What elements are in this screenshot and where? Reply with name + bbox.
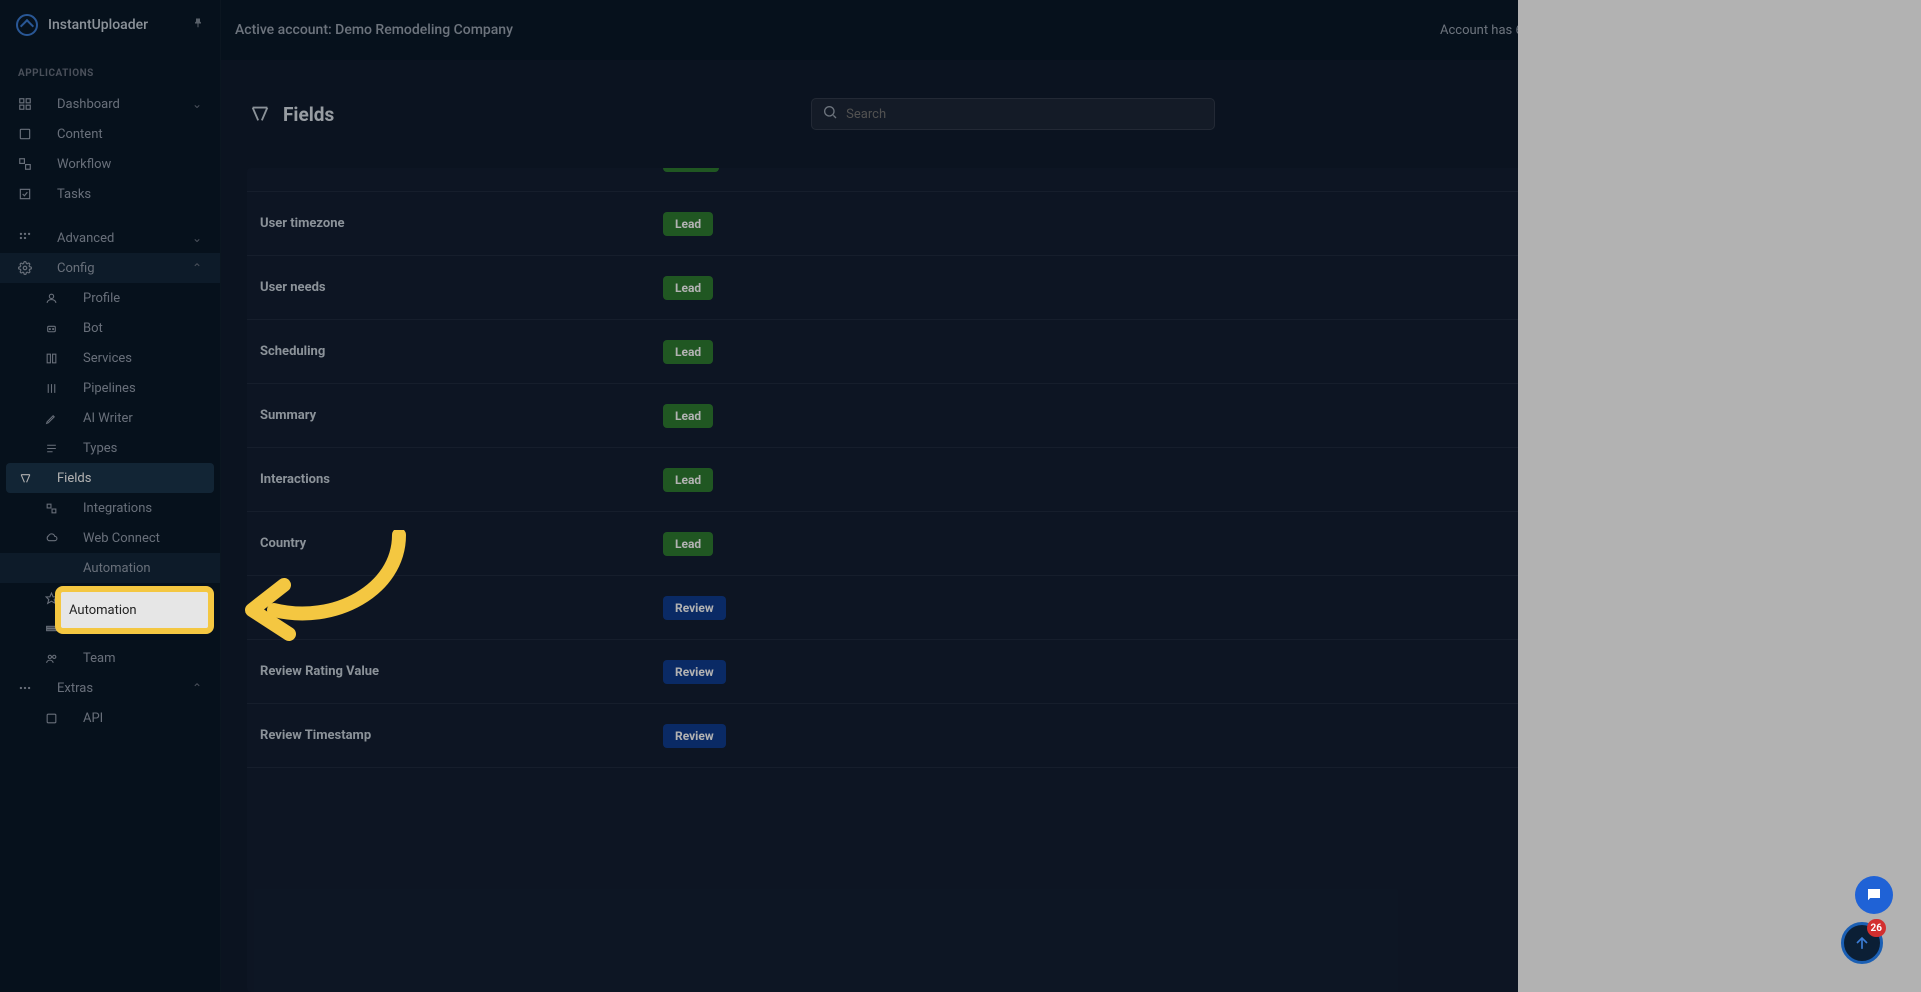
chevron-down-icon: ⌄ [192,97,202,111]
content-icon [18,127,32,141]
sidebar-item-label: Content [57,127,103,142]
brand-logo[interactable]: InstantUploader [16,14,148,36]
search-box[interactable] [811,98,1215,130]
sidebar-item-tasks[interactable]: Tasks [0,179,220,209]
sidebar-item-team[interactable]: Team [0,643,220,673]
sidebar-item-label: Automation [83,561,151,576]
chevron-up-icon: ⌃ [192,261,202,275]
field-name: Review Timestamp [260,728,663,743]
logo-icon [16,14,38,36]
applications-label: APPLICATIONS [0,50,220,89]
sidebar-item-web-connect[interactable]: Web Connect [0,523,220,553]
type-badge: Lead [663,212,713,236]
extras-icon [18,681,32,695]
bot-icon [44,321,58,335]
type-badge: Review [663,660,726,684]
sidebar-header: InstantUploader [0,0,220,50]
workflow-icon [18,157,32,171]
field-name: User needs [260,280,663,295]
sidebar-item-label: Extras [57,681,93,696]
sidebar-item-label: AI Writer [83,411,133,426]
advanced-icon [18,231,32,245]
sidebar-item-label: Tasks [57,187,91,202]
sidebar-item-content[interactable]: Content [0,119,220,149]
sidebar-item-bot[interactable]: Bot [0,313,220,343]
right-whitespace [1518,0,1921,992]
chat-bubble[interactable] [1855,876,1893,914]
sidebar-item-label: Fields [57,471,91,486]
integrations-icon [44,501,58,515]
sidebar-item-profile[interactable]: Profile [0,283,220,313]
type-badge: Lead [663,276,713,300]
user-icon [44,291,58,305]
api-icon [44,711,58,725]
types-icon [44,441,58,455]
type-badge: Review [663,724,726,748]
automation-icon [44,561,58,575]
brand-name: InstantUploader [48,17,148,33]
fields-icon [18,471,32,485]
field-name: User timezone [260,216,663,231]
fields-page-icon [249,103,271,125]
chevron-up-icon: ⌃ [192,681,202,695]
page-title: Fields [283,103,334,126]
sidebar: InstantUploader APPLICATIONS Dashboard ⌄… [0,0,221,992]
sidebar-item-services[interactable]: Services [0,343,220,373]
sidebar-item-label: API [83,711,103,726]
sidebar-item-config[interactable]: Config ⌃ [0,253,220,283]
sidebar-item-ai-writer[interactable]: AI Writer [0,403,220,433]
field-name: Interactions [260,472,663,487]
type-badge: Lead [663,340,713,364]
sidebar-item-label: Pipelines [83,381,136,396]
tasks-icon [18,187,32,201]
chevron-down-icon: ⌄ [192,231,202,245]
pencil-icon [44,411,58,425]
sidebar-item-label: Workflow [57,157,111,172]
sidebar-item-label: Config [57,261,95,276]
sidebar-item-pipelines[interactable]: Pipelines [0,373,220,403]
sidebar-item-extras[interactable]: Extras ⌃ [0,673,220,703]
type-badge: Lead [663,468,713,492]
extras-submenu: API [0,703,220,733]
sidebar-item-integrations[interactable]: Integrations [0,493,220,523]
type-badge: Lead [663,404,713,428]
type-badge: Lead [663,532,713,556]
sidebar-item-label: Dashboard [57,97,120,112]
sidebar-item-label: Team [83,651,116,666]
field-name: Summary [260,408,663,423]
sidebar-item-label: Services [83,351,132,366]
sidebar-item-types[interactable]: Types [0,433,220,463]
sidebar-item-label: Types [83,441,117,456]
automation-highlight-label: Automation [69,603,137,618]
gear-icon [18,261,32,275]
pin-icon[interactable] [192,17,204,33]
sidebar-item-label: Bot [83,321,103,336]
field-name: Review Rating Value [260,664,663,679]
dashboard-icon [18,97,32,111]
sidebar-item-advanced[interactable]: Advanced ⌄ [0,223,220,253]
pipelines-icon [44,381,58,395]
sidebar-item-label: Integrations [83,501,152,516]
automation-highlight: Automation [55,586,214,634]
sidebar-item-workflow[interactable]: Workflow [0,149,220,179]
sidebar-item-label: Profile [83,291,120,306]
sidebar-item-label: Advanced [57,231,114,246]
field-name: Scheduling [260,344,663,359]
sidebar-item-label: Web Connect [83,531,160,546]
cloud-icon [44,531,58,545]
notif-badge: 26 [1867,919,1886,937]
sidebar-item-automation[interactable]: Automation [0,553,220,583]
scroll-top-bubble[interactable]: 26 [1841,922,1883,964]
team-icon [44,651,58,665]
sidebar-item-dashboard[interactable]: Dashboard ⌄ [0,89,220,119]
active-account-label: Active account: Demo Remodeling Company [235,22,513,38]
sidebar-item-fields[interactable]: Fields [6,463,214,493]
sidebar-item-api[interactable]: API [0,703,220,733]
services-icon [44,351,58,365]
search-input[interactable] [846,107,1204,122]
field-name: Country [260,536,663,551]
search-icon [822,104,838,124]
type-badge: Review [663,596,726,620]
